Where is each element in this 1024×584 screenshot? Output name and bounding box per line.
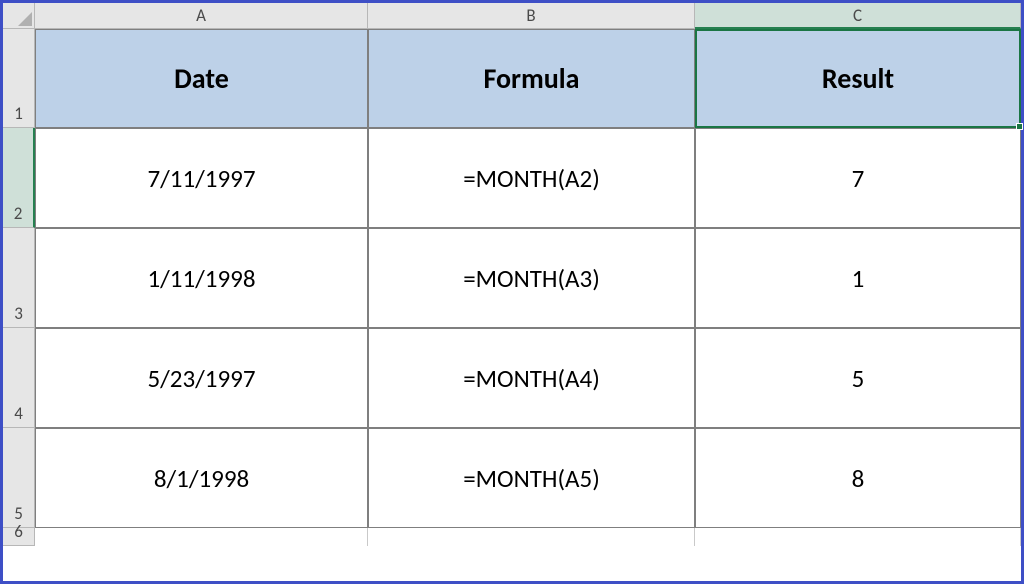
cell-a2[interactable]: 7/11/1997 [35, 128, 368, 228]
row-header-6[interactable]: 6 [3, 528, 35, 546]
cell-a3[interactable]: 1/11/1998 [35, 228, 368, 328]
cell-a6[interactable] [35, 528, 368, 546]
cell-b4[interactable]: =MONTH(A4) [368, 328, 695, 428]
header-cell-formula[interactable]: Formula [368, 29, 695, 128]
row-header-2[interactable]: 2 [3, 128, 35, 228]
select-all-corner[interactable] [3, 3, 35, 29]
cell-b2[interactable]: =MONTH(A2) [368, 128, 695, 228]
cell-b3[interactable]: =MONTH(A3) [368, 228, 695, 328]
col-header-b[interactable]: B [368, 3, 695, 29]
row-header-1[interactable]: 1 [3, 29, 35, 128]
cell-a4[interactable]: 5/23/1997 [35, 328, 368, 428]
col-header-c[interactable]: C [695, 3, 1021, 29]
cell-c2[interactable]: 7 [695, 128, 1021, 228]
cell-a5[interactable]: 8/1/1998 [35, 428, 368, 528]
header-cell-result[interactable]: Result [695, 29, 1021, 128]
cell-c6[interactable] [695, 528, 1021, 546]
cell-c5[interactable]: 8 [695, 428, 1021, 528]
cell-b6[interactable] [368, 528, 695, 546]
cell-c3[interactable]: 1 [695, 228, 1021, 328]
spreadsheet-grid[interactable]: A B C 1 Date Formula Result 2 7/11/1997 … [3, 3, 1021, 546]
header-cell-date[interactable]: Date [35, 29, 368, 128]
cell-c4[interactable]: 5 [695, 328, 1021, 428]
cell-b5[interactable]: =MONTH(A5) [368, 428, 695, 528]
row-header-4[interactable]: 4 [3, 328, 35, 428]
row-header-3[interactable]: 3 [3, 228, 35, 328]
col-header-a[interactable]: A [35, 3, 368, 29]
row-header-5[interactable]: 5 [3, 428, 35, 528]
